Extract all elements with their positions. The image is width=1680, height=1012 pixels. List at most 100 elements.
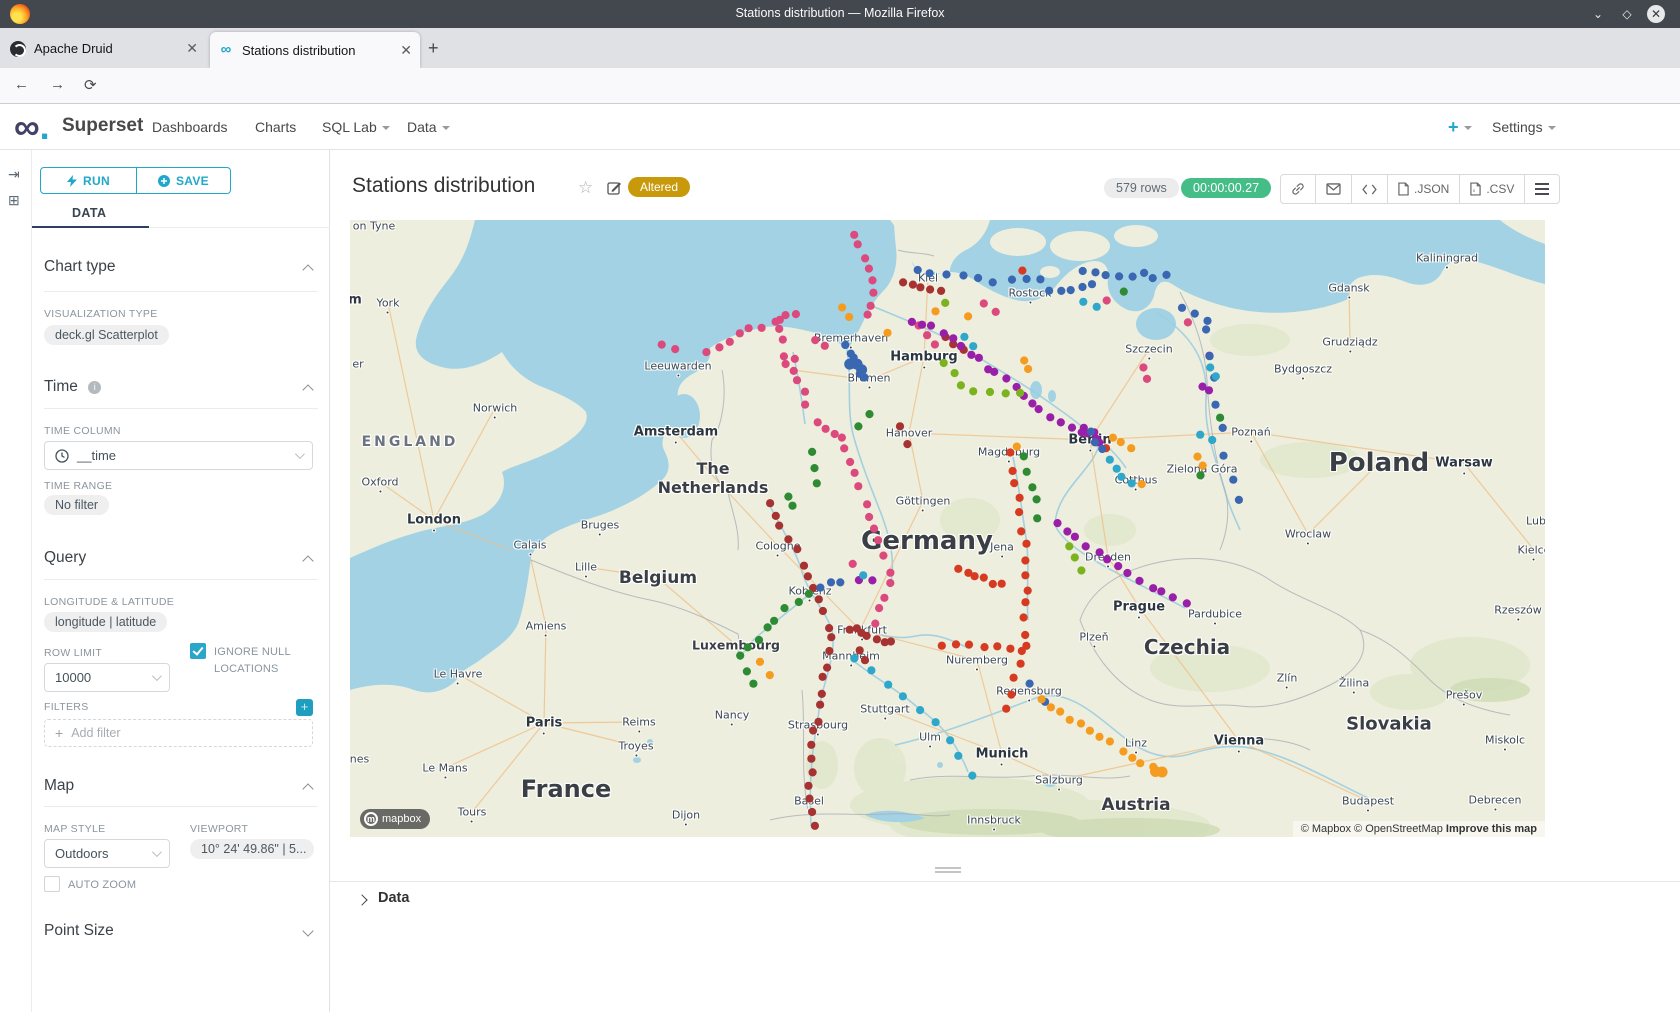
map-city-label: nnes [350,753,369,766]
save-button[interactable]: SAVE [137,167,231,194]
back-button[interactable]: ← [14,76,29,93]
altered-badge[interactable]: Altered [628,177,690,197]
map-city-label: Le Mans [422,762,467,775]
city-dot-icon [676,374,680,378]
forward-button[interactable]: → [50,76,65,93]
export-csv-button[interactable]: x.CSV [1460,175,1525,203]
viewport-value[interactable]: 10° 24' 49.86" | 5... [190,839,314,859]
time-column-label: TIME COLUMN [44,425,121,437]
nav-data[interactable]: Data [407,119,450,135]
time-range-label: TIME RANGE [44,480,112,492]
lonlat-value[interactable]: longitude | latitude [44,612,167,632]
section-point-size[interactable]: Point Size [44,922,318,940]
nav-sql-lab[interactable]: SQL Lab [322,119,390,135]
collapse-datasource-icon[interactable]: ⇥ [8,166,20,183]
map-city-label: Strasbourg [788,719,848,732]
divider [44,291,318,292]
city-dot-icon [1249,440,1253,444]
edit-pencil-icon[interactable] [607,180,622,195]
section-map[interactable]: Map [44,777,318,795]
map-city-label: Gdansk [1328,282,1369,295]
run-button[interactable]: RUN [40,167,137,194]
city-dot-icon [432,529,436,533]
window-close-button[interactable]: ✕ [1647,5,1665,23]
map-city-label: Žilina [1339,677,1369,690]
time-range-value[interactable]: No filter [44,495,109,515]
nav-data-label: Data [407,119,437,135]
nav-charts[interactable]: Charts [255,119,296,135]
map-city-label: Rzeszów [1494,604,1541,617]
embed-code-button[interactable] [1352,175,1388,203]
section-chart-type[interactable]: Chart type [44,258,318,276]
city-dot-icon [1057,788,1061,792]
copy-link-button[interactable] [1281,175,1316,203]
superset-logo-icon[interactable]: ∞. [14,106,50,148]
superset-brand[interactable]: Superset [62,115,143,137]
section-query[interactable]: Query [44,549,318,567]
map-city-label: Bruges [581,519,620,532]
section-time[interactable]: Time i [44,378,318,396]
favorite-star-icon[interactable]: ☆ [578,178,593,198]
city-dot-icon [637,730,641,734]
map-city-label: Dijon [672,809,700,822]
map-city-label: Nuremberg [946,654,1008,667]
reload-button[interactable]: ⟳ [84,76,97,94]
resize-drag-handle[interactable] [935,867,961,875]
browser-toolbar: ← → ⟳ 172.18.0.4:32251/superset/explore/… [0,68,1680,104]
more-options-button[interactable] [1525,175,1559,203]
viz-type-label: VISUALIZATION TYPE [44,308,158,320]
tab-data[interactable]: DATA [72,206,106,220]
map-city-label: Cologne [756,540,801,553]
dataset-grid-icon[interactable]: ⊞ [8,192,20,209]
divider [44,408,318,409]
map-city-label: York [377,297,400,310]
window-titlebar: Stations distribution — Mozilla Firefox … [0,0,1680,28]
tab-label: Stations distribution [242,43,394,58]
new-tab-button[interactable]: + [428,38,439,59]
mapbox-logo[interactable]: mmapbox [360,809,430,829]
city-dot-icon [883,717,887,721]
tab-close-icon[interactable]: ✕ [400,42,412,59]
city-dot-icon [921,509,925,513]
deckgl-scatterplot-map[interactable]: ENGLANDThe NetherlandsBelgiumLuxembourgG… [350,220,1545,837]
export-json-button[interactable]: .JSON [1388,175,1460,203]
city-dot-icon [1007,460,1011,464]
chevron-right-icon[interactable] [356,894,367,905]
time-title: Time [44,378,78,395]
nav-add-button[interactable]: + [1448,117,1472,138]
query-timer-badge: 00:00:00.27 [1181,178,1271,198]
tab-apache-druid[interactable]: Apache Druid ✕ [2,32,206,65]
viz-type-value[interactable]: deck.gl Scatterplot [44,325,169,345]
map-city-label: Le Havre [434,668,483,681]
improve-map-link[interactable]: Improve this map [1446,823,1537,835]
map-style-select[interactable]: Outdoors [44,839,170,868]
city-dot-icon [542,732,546,736]
city-dot-icon [1137,616,1141,620]
explore-control-panel: RUN SAVE DATA Chart type VISUALIZATION T… [32,150,330,1012]
map-city-label: Zielona Góra [1167,463,1238,476]
tab-stations-distribution[interactable]: ∞ Stations distribution ✕ [210,32,420,68]
time-column-select[interactable]: __time [44,441,313,470]
auto-zoom-checkbox[interactable] [44,876,60,892]
row-limit-select[interactable]: 10000 [44,663,170,692]
time-column-value: __time [77,448,116,463]
tab-close-icon[interactable]: ✕ [186,40,198,57]
add-filter-box[interactable]: +Add filter [44,719,313,747]
map-city-label: Wroclaw [1285,528,1331,541]
map-city-label: Munich [976,747,1029,762]
add-filter-plus-button[interactable]: + [296,699,313,716]
nav-settings[interactable]: Settings [1492,119,1556,135]
city-dot-icon [860,638,864,642]
map-city-label: Bremen [847,372,890,385]
window-maximize-button[interactable]: ◇ [1618,5,1636,23]
email-button[interactable] [1316,175,1352,203]
city-dot-icon [1106,565,1110,569]
data-panel-toggle[interactable]: Data [378,890,409,906]
city-dot-icon [1347,296,1351,300]
nav-dashboards[interactable]: Dashboards [152,119,228,135]
map-city-label: Troyes [618,740,653,753]
auto-zoom-label: AUTO ZOOM [68,879,136,891]
ignore-null-checkbox[interactable] [190,643,206,659]
map-city-label: Oxford [361,476,398,489]
window-minimize-button[interactable]: ⌄ [1589,5,1607,23]
